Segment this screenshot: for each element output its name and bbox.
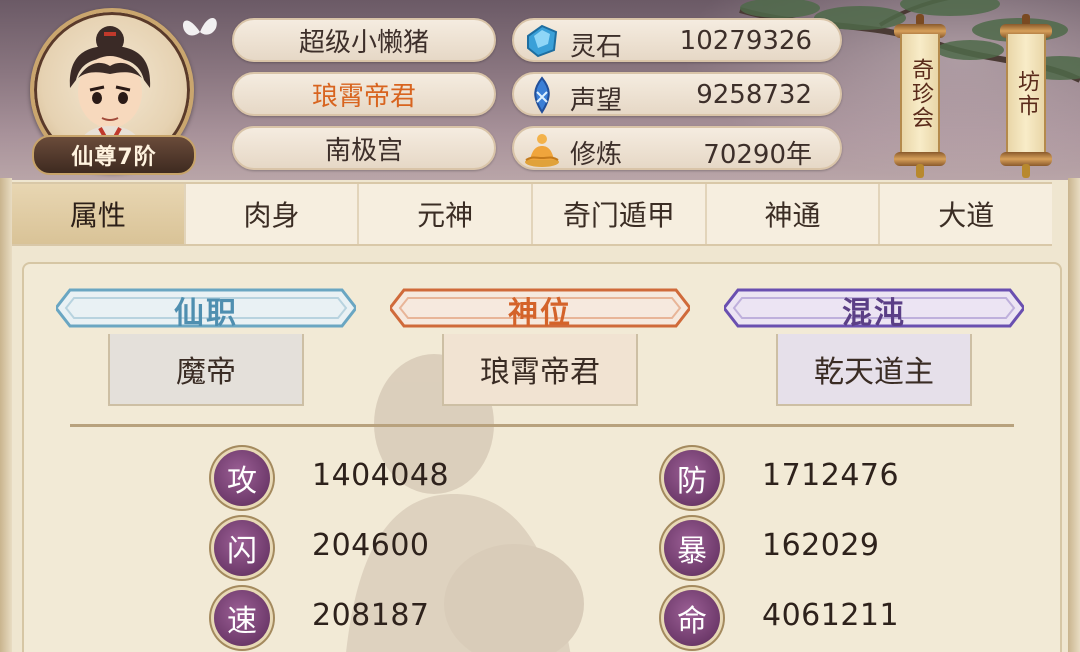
character-screen: 仙尊7阶 超级小懒猪 琅霄帝君 南极宫 灵石 10279326 声望 92587… [0,0,1080,652]
resource-cultivation: 修炼 70290年 [512,126,842,170]
title-value: 魔帝 [108,334,304,406]
stat-value: 4061211 [762,598,900,633]
resource-value: 9258732 [696,80,812,110]
rank-badge: 仙尊7阶 [32,135,196,175]
resource-value: 10279326 [679,26,812,56]
title-heading: 仙职 [174,296,238,331]
resource-label: 声望 [570,86,623,116]
stat-badge: 命 [664,590,720,646]
resource-spirit-stone: 灵石 10279326 [512,18,842,62]
market-button[interactable]: 坊市 [1000,14,1052,178]
player-title: 琅霄帝君 [232,72,496,116]
stat-badge: 速 [214,590,270,646]
tab-qimen[interactable]: 奇门遁甲 [533,184,707,244]
stat-value: 204600 [312,528,430,563]
title-value: 乾天道主 [776,334,972,406]
resource-label: 灵石 [570,32,623,62]
resource-label: 修炼 [570,140,623,170]
attributes-panel: 仙职 魔帝 神位 琅霄帝君 混沌 乾天道主 攻 1404048 闪 204600… [22,262,1062,652]
tab-body[interactable]: 肉身 [186,184,360,244]
meditation-icon [525,134,559,167]
treasure-fair-button[interactable]: 奇珍会 [894,14,946,178]
tab-dao[interactable]: 大道 [880,184,1052,244]
tab-attributes[interactable]: 属性 [12,184,186,244]
stat-value: 1404048 [312,458,450,493]
header-bar: 仙尊7阶 超级小懒猪 琅霄帝君 南极宫 灵石 10279326 声望 92587… [0,0,1080,180]
tab-bar: 属性 肉身 元神 奇门遁甲 神通 大道 [12,182,1052,246]
player-name: 超级小懒猪 [232,18,496,62]
stat-badge: 闪 [214,520,270,576]
spirit-stone-icon [527,24,558,58]
tab-spirit[interactable]: 元神 [359,184,534,244]
title-heading: 混沌 [842,296,906,331]
section-divider [70,424,1014,427]
butterfly-icon [182,18,217,36]
treasure-fair-label: 奇珍会 [908,58,933,130]
stat-badge: 防 [664,450,720,506]
resource-value: 70290年 [703,140,812,170]
player-sect: 南极宫 [232,126,496,170]
stat-value: 208187 [312,598,430,633]
title-card-divine-rank: 神位 琅霄帝君 [390,282,690,412]
title-heading: 神位 [508,296,572,331]
stat-value: 1712476 [762,458,900,493]
resource-prestige: 声望 9258732 [512,72,842,116]
title-card-chaos: 混沌 乾天道主 [724,282,1024,412]
prestige-icon [534,76,550,114]
tab-powers[interactable]: 神通 [707,184,881,244]
stat-badge: 攻 [214,450,270,506]
title-card-immortal-office: 仙职 魔帝 [56,282,356,412]
stat-value: 162029 [762,528,880,563]
stat-badge: 暴 [664,520,720,576]
market-label: 坊市 [1014,70,1039,118]
title-value: 琅霄帝君 [442,334,638,406]
